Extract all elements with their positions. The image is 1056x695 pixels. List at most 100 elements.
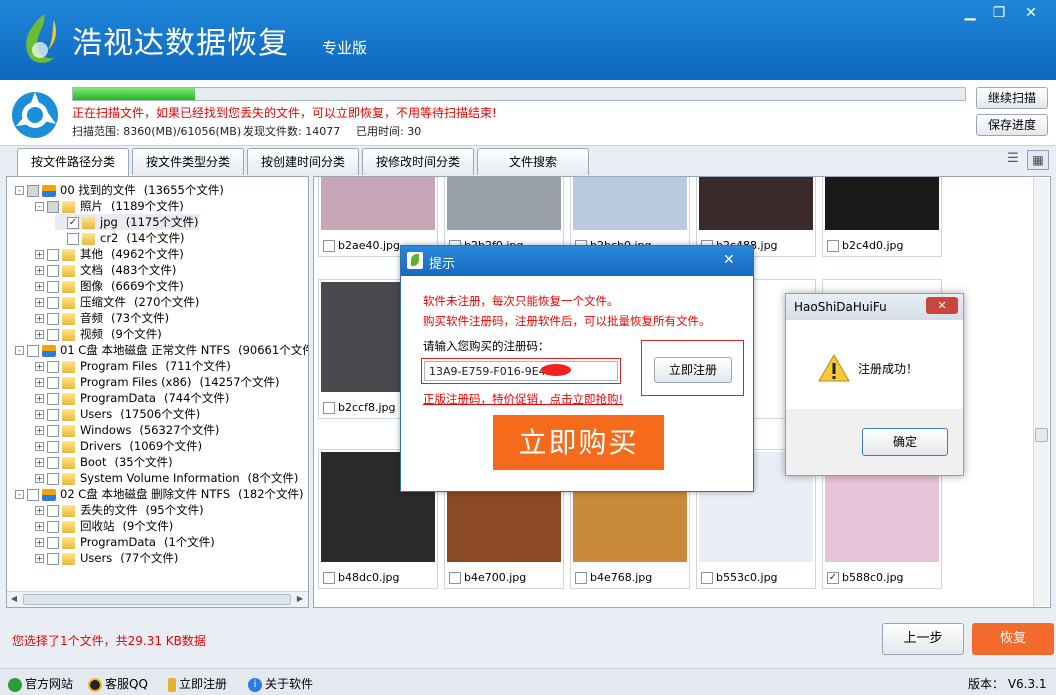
- about-link[interactable]: i 关于软件: [248, 675, 313, 692]
- message-box-close-icon[interactable]: ✕: [926, 297, 958, 314]
- expand-toggle-icon[interactable]: +: [35, 538, 44, 547]
- expand-toggle-icon[interactable]: +: [35, 426, 44, 435]
- expand-toggle-icon[interactable]: +: [35, 250, 44, 259]
- restore-icon[interactable]: ❐: [985, 2, 1013, 24]
- tree-checkbox[interactable]: [47, 504, 59, 517]
- tree-item[interactable]: ✓ jpg (1175个文件): [55, 214, 199, 230]
- tree-item[interactable]: + Program Files (x86) (14257个文件): [35, 374, 280, 390]
- thumbnail-vertical-scrollbar[interactable]: [1033, 178, 1049, 606]
- tab-by-path[interactable]: 按文件路径分类: [17, 148, 129, 177]
- expand-toggle-icon[interactable]: +: [35, 282, 44, 291]
- tree-checkbox[interactable]: [47, 376, 59, 389]
- tab-by-type[interactable]: 按文件类型分类: [132, 148, 244, 175]
- previous-step-button[interactable]: 上一步: [882, 623, 964, 655]
- dialog-close-icon[interactable]: ✕: [723, 252, 735, 268]
- thumbnail-checkbox[interactable]: [827, 240, 839, 252]
- expand-toggle-icon[interactable]: -: [15, 490, 24, 499]
- expand-toggle-icon[interactable]: +: [35, 506, 44, 515]
- tree-checkbox[interactable]: [47, 520, 59, 533]
- expand-toggle-icon[interactable]: +: [35, 554, 44, 563]
- tree-item[interactable]: + 文档 (483个文件): [35, 262, 176, 278]
- tree-checkbox[interactable]: [27, 344, 39, 357]
- expand-toggle-icon[interactable]: +: [35, 266, 44, 275]
- tree-item[interactable]: + Users (17506个文件): [35, 406, 200, 422]
- tree-item[interactable]: - 照片 (1189个文件): [35, 198, 184, 214]
- tree-checkbox[interactable]: [47, 264, 59, 277]
- tree-checkbox[interactable]: [27, 184, 39, 197]
- horizontal-scroll-thumb[interactable]: [23, 594, 291, 605]
- expand-toggle-icon[interactable]: +: [35, 314, 44, 323]
- buy-now-button[interactable]: 立即购买: [493, 415, 664, 470]
- thumbnail-checkbox[interactable]: [323, 572, 335, 584]
- tree-checkbox[interactable]: [47, 360, 59, 373]
- continue-scan-button[interactable]: 继续扫描: [976, 87, 1048, 109]
- tree-checkbox[interactable]: [47, 296, 59, 309]
- tree-item[interactable]: + Drivers (1069个文件): [35, 438, 202, 454]
- tree-item[interactable]: + 视频 (9个文件): [35, 326, 162, 342]
- thumbnail-checkbox[interactable]: [323, 240, 335, 252]
- tree-checkbox[interactable]: [47, 424, 59, 437]
- tree-item[interactable]: - 02 C盘 本地磁盘 删除文件 NTFS (182个文件): [15, 486, 304, 502]
- thumbnail-checkbox[interactable]: [323, 402, 335, 414]
- tree-item[interactable]: cr2 (14个文件): [55, 230, 184, 246]
- tree-checkbox[interactable]: [47, 552, 59, 565]
- tree-item[interactable]: + 压缩文件 (270个文件): [35, 294, 199, 310]
- support-qq-link[interactable]: 客服QQ: [88, 675, 148, 692]
- scroll-left-icon[interactable]: ◀: [8, 594, 20, 605]
- register-now-link[interactable]: 立即注册: [168, 675, 227, 692]
- vertical-scroll-thumb[interactable]: [1035, 428, 1048, 442]
- tree-item[interactable]: - 00 找到的文件 (13655个文件): [15, 182, 224, 198]
- serial-input[interactable]: [424, 361, 618, 381]
- minimize-icon[interactable]: ▁: [956, 2, 984, 24]
- expand-toggle-icon[interactable]: -: [15, 186, 24, 195]
- tree-item[interactable]: + ProgramData (1个文件): [35, 534, 215, 550]
- tab-by-modified[interactable]: 按修改时间分类: [362, 148, 474, 175]
- expand-toggle-icon[interactable]: -: [15, 346, 24, 355]
- official-site-link[interactable]: 官方网站: [8, 675, 73, 692]
- expand-toggle-icon[interactable]: -: [35, 202, 44, 211]
- thumbnail-checkbox[interactable]: [701, 572, 713, 584]
- tree-item[interactable]: + ProgramData (744个文件): [35, 390, 229, 406]
- expand-toggle-icon[interactable]: +: [35, 442, 44, 451]
- tree-checkbox[interactable]: [67, 232, 79, 245]
- tree-item[interactable]: + Boot (35个文件): [35, 454, 173, 470]
- thumbnail-checkbox[interactable]: [575, 572, 587, 584]
- tree-item[interactable]: + 其他 (4962个文件): [35, 246, 184, 262]
- tree-item[interactable]: + Users (77个文件): [35, 550, 178, 566]
- expand-toggle-icon[interactable]: +: [35, 410, 44, 419]
- tree-horizontal-scrollbar[interactable]: ◀ ▶: [7, 591, 308, 607]
- file-thumbnail[interactable]: b2c4d0.jpg: [822, 177, 942, 257]
- expand-toggle-icon[interactable]: +: [35, 474, 44, 483]
- expand-toggle-icon[interactable]: +: [35, 522, 44, 531]
- ok-button[interactable]: 确定: [862, 428, 948, 456]
- tree-item[interactable]: + System Volume Information (8个文件): [35, 470, 298, 486]
- tab-by-created[interactable]: 按创建时间分类: [247, 148, 359, 175]
- tree-item[interactable]: + 回收站 (9个文件): [35, 518, 173, 534]
- tree-item[interactable]: + Windows (56327个文件): [35, 422, 219, 438]
- save-progress-button[interactable]: 保存进度: [976, 114, 1048, 136]
- expand-toggle-icon[interactable]: +: [35, 378, 44, 387]
- tree-item[interactable]: + 图像 (6669个文件): [35, 278, 184, 294]
- tree-checkbox[interactable]: [47, 440, 59, 453]
- expand-toggle-icon[interactable]: +: [35, 458, 44, 467]
- tree-item[interactable]: + Program Files (711个文件): [35, 358, 231, 374]
- scroll-right-icon[interactable]: ▶: [294, 594, 306, 605]
- tree-checkbox[interactable]: [47, 328, 59, 341]
- tree-item[interactable]: - 01 C盘 本地磁盘 正常文件 NTFS (90661个文件: [15, 342, 308, 358]
- thumbnail-checkbox[interactable]: ✓: [827, 572, 839, 584]
- thumbnail-checkbox[interactable]: [449, 572, 461, 584]
- expand-toggle-icon[interactable]: +: [35, 330, 44, 339]
- tree-checkbox[interactable]: [47, 312, 59, 325]
- tree-checkbox[interactable]: [47, 536, 59, 549]
- register-now-button[interactable]: 立即注册: [654, 357, 732, 383]
- tree-checkbox[interactable]: [47, 248, 59, 261]
- tree-item[interactable]: + 丢失的文件 (95个文件): [35, 502, 204, 518]
- close-icon[interactable]: ✕: [1017, 2, 1045, 24]
- promo-link[interactable]: 正版注册码，特价促销，点击立即抢购!: [423, 391, 623, 407]
- tree-item[interactable]: + 音频 (73个文件): [35, 310, 169, 326]
- tree-checkbox[interactable]: [47, 200, 59, 213]
- tab-file-search[interactable]: 文件搜索: [477, 148, 589, 175]
- tree-checkbox[interactable]: [47, 472, 59, 485]
- recover-button[interactable]: 恢复: [972, 623, 1054, 655]
- tree-checkbox[interactable]: [27, 488, 39, 501]
